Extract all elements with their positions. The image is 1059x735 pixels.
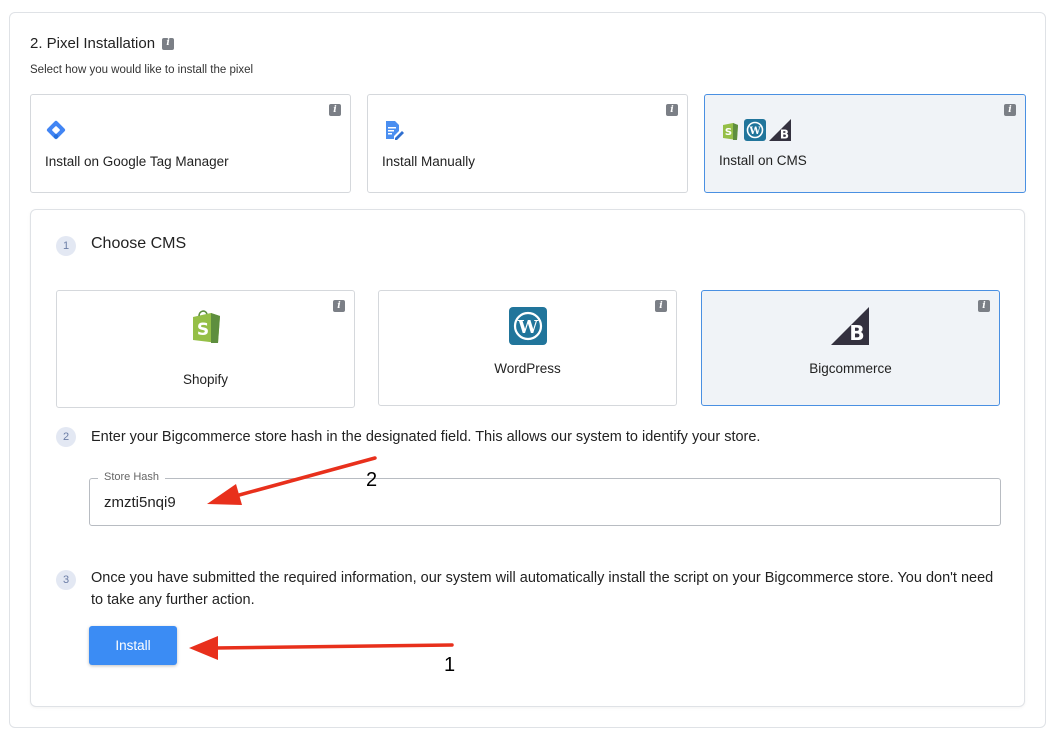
annotation-arrows: [189, 456, 454, 660]
annotation-label-2: 2: [366, 469, 378, 491]
annotation-arrow-2: [230, 456, 377, 499]
annotation-arrowhead-1: [189, 636, 218, 660]
annotation-arrowhead-2: [207, 484, 242, 505]
annotation-label-1: 1: [444, 654, 456, 676]
annotation-arrow-1: [213, 643, 454, 650]
